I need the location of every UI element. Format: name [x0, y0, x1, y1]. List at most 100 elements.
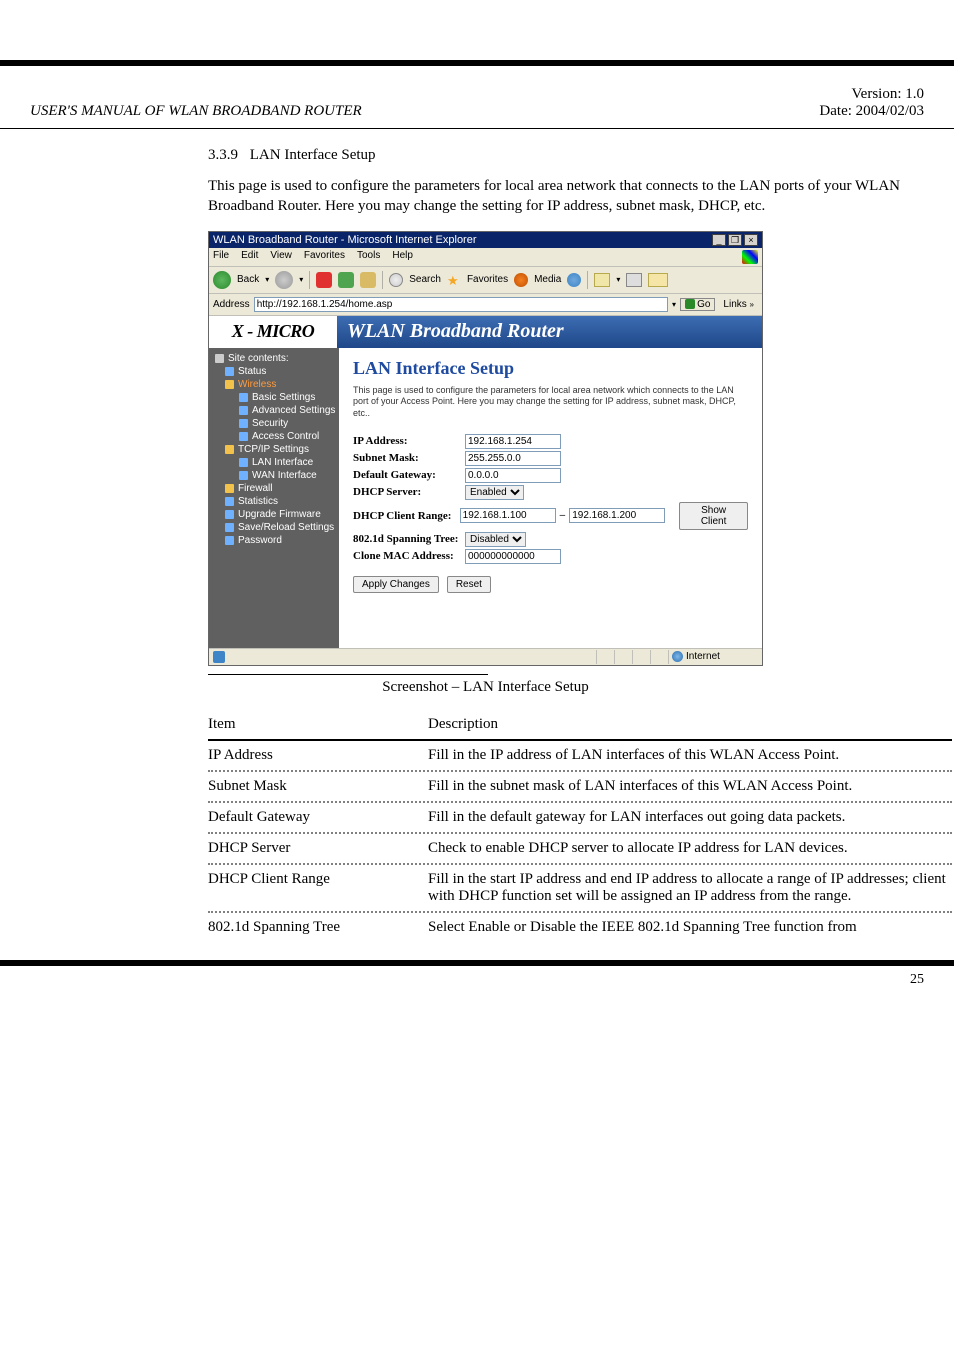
dhcp-server-select[interactable]: Enabled — [465, 485, 524, 500]
sidebar-root: Site contents: — [211, 352, 337, 365]
sidebar: Site contents: Status Wireless Basic Set… — [209, 348, 339, 648]
close-button[interactable]: × — [744, 234, 758, 246]
links-label[interactable]: Links » — [719, 299, 758, 310]
discuss-icon[interactable] — [648, 273, 668, 287]
default-gateway-input[interactable] — [465, 468, 561, 483]
col-item: Item — [208, 716, 428, 733]
menu-tools[interactable]: Tools — [357, 250, 380, 264]
page-icon — [225, 367, 234, 376]
ip-address-input[interactable] — [465, 434, 561, 449]
address-input[interactable] — [254, 297, 668, 312]
header-left: USER'S MANUAL OF WLAN BROADBAND ROUTER — [30, 103, 362, 120]
menu-favorites[interactable]: Favorites — [304, 250, 345, 264]
home-icon[interactable] — [360, 272, 376, 288]
sidebar-item-lan-interface[interactable]: LAN Interface — [211, 456, 337, 469]
favorites-icon[interactable]: ★ — [447, 273, 461, 287]
default-gateway-label: Default Gateway: — [353, 469, 465, 481]
page-icon — [239, 471, 248, 480]
window-title: WLAN Broadband Router - Microsoft Intern… — [213, 234, 477, 246]
refresh-icon[interactable] — [338, 272, 354, 288]
search-label[interactable]: Search — [409, 274, 441, 285]
sidebar-item-tcpip[interactable]: TCP/IP Settings — [211, 443, 337, 456]
table-header: Item Description — [208, 710, 952, 741]
router-banner-title: WLAN Broadband Router — [337, 316, 762, 348]
section-number: 3.3.9 — [208, 147, 238, 163]
page-icon — [225, 510, 234, 519]
sidebar-item-security[interactable]: Security — [211, 417, 337, 430]
table-row: 802.1d Spanning Tree Select Enable or Di… — [208, 913, 952, 942]
minimize-button[interactable]: _ — [712, 234, 726, 246]
sidebar-item-save-reload[interactable]: Save/Reload Settings — [211, 521, 337, 534]
router-banner: X - MICRO WLAN Broadband Router — [209, 316, 762, 348]
sidebar-item-status[interactable]: Status — [211, 365, 337, 378]
clone-mac-label: Clone MAC Address: — [353, 550, 465, 562]
apply-changes-button[interactable]: Apply Changes — [353, 576, 439, 593]
menu-view[interactable]: View — [270, 250, 292, 264]
row-dhcp-range: DHCP Client Range: – Show Client — [353, 502, 748, 530]
favorites-label[interactable]: Favorites — [467, 274, 508, 285]
search-icon[interactable] — [389, 273, 403, 287]
page-icon — [239, 393, 248, 402]
page-header: USER'S MANUAL OF WLAN BROADBAND ROUTER V… — [0, 66, 954, 128]
menu-help[interactable]: Help — [392, 250, 413, 264]
menu-file[interactable]: File — [213, 250, 229, 264]
main-heading: LAN Interface Setup — [353, 358, 748, 379]
header-date: Date: 2004/02/03 — [819, 103, 924, 119]
sidebar-item-password[interactable]: Password — [211, 534, 337, 547]
ip-address-label: IP Address: — [353, 435, 465, 447]
menu-edit[interactable]: Edit — [241, 250, 258, 264]
dhcp-range-label: DHCP Client Range: — [353, 510, 460, 522]
address-label: Address — [213, 299, 250, 310]
show-client-button[interactable]: Show Client — [679, 502, 748, 530]
header-version: Version: 1.0 — [852, 86, 925, 102]
address-bar: Address ▾ Go Links » — [209, 294, 762, 316]
go-button[interactable]: Go — [680, 298, 715, 311]
sidebar-item-firewall[interactable]: Firewall — [211, 482, 337, 495]
ie-icon — [213, 651, 225, 663]
page-icon — [239, 432, 248, 441]
stop-icon[interactable] — [316, 272, 332, 288]
reset-button[interactable]: Reset — [447, 576, 491, 593]
history-icon[interactable] — [567, 273, 581, 287]
page-number: 25 — [0, 966, 954, 988]
media-icon[interactable] — [514, 273, 528, 287]
folder-icon — [225, 380, 234, 389]
mail-icon[interactable] — [594, 273, 610, 287]
forward-icon[interactable] — [275, 271, 293, 289]
main-description: This page is used to configure the param… — [353, 385, 748, 420]
table-row: Default Gateway Fill in the default gate… — [208, 803, 952, 834]
dhcp-range-start-input[interactable] — [460, 508, 556, 523]
section-title: LAN Interface Setup — [250, 147, 376, 163]
sidebar-item-statistics[interactable]: Statistics — [211, 495, 337, 508]
row-clone-mac: Clone MAC Address: — [353, 549, 748, 564]
dhcp-range-end-input[interactable] — [569, 508, 665, 523]
maximize-button[interactable]: ❐ — [728, 234, 742, 246]
definitions-table: Item Description IP Address Fill in the … — [208, 710, 952, 942]
spanning-tree-select[interactable]: Disabled — [465, 532, 526, 547]
sidebar-item-wireless[interactable]: Wireless — [211, 378, 337, 391]
button-row: Apply Changes Reset — [353, 576, 748, 593]
print-icon[interactable] — [626, 273, 642, 287]
table-row: IP Address Fill in the IP address of LAN… — [208, 741, 952, 772]
main-content: LAN Interface Setup This page is used to… — [339, 348, 762, 648]
status-bar: Internet — [209, 648, 762, 665]
go-arrow-icon — [685, 299, 695, 309]
router-page: X - MICRO WLAN Broadband Router Site con… — [209, 316, 762, 648]
back-icon[interactable] — [213, 271, 231, 289]
table-row: Subnet Mask Fill in the subnet mask of L… — [208, 772, 952, 803]
sidebar-item-advanced-settings[interactable]: Advanced Settings — [211, 404, 337, 417]
sidebar-item-access-control[interactable]: Access Control — [211, 430, 337, 443]
subnet-mask-input[interactable] — [465, 451, 561, 466]
clone-mac-input[interactable] — [465, 549, 561, 564]
internet-zone-label: Internet — [686, 651, 720, 662]
folder-icon — [225, 445, 234, 454]
screenshot-ie-window: WLAN Broadband Router - Microsoft Intern… — [208, 231, 763, 666]
back-label[interactable]: Back — [237, 274, 259, 285]
sidebar-item-upgrade-firmware[interactable]: Upgrade Firmware — [211, 508, 337, 521]
table-row: DHCP Client Range Fill in the start IP a… — [208, 865, 952, 913]
internet-zone-icon — [672, 651, 683, 662]
sidebar-item-wan-interface[interactable]: WAN Interface — [211, 469, 337, 482]
range-separator: – — [556, 510, 570, 521]
media-label[interactable]: Media — [534, 274, 561, 285]
sidebar-item-basic-settings[interactable]: Basic Settings — [211, 391, 337, 404]
